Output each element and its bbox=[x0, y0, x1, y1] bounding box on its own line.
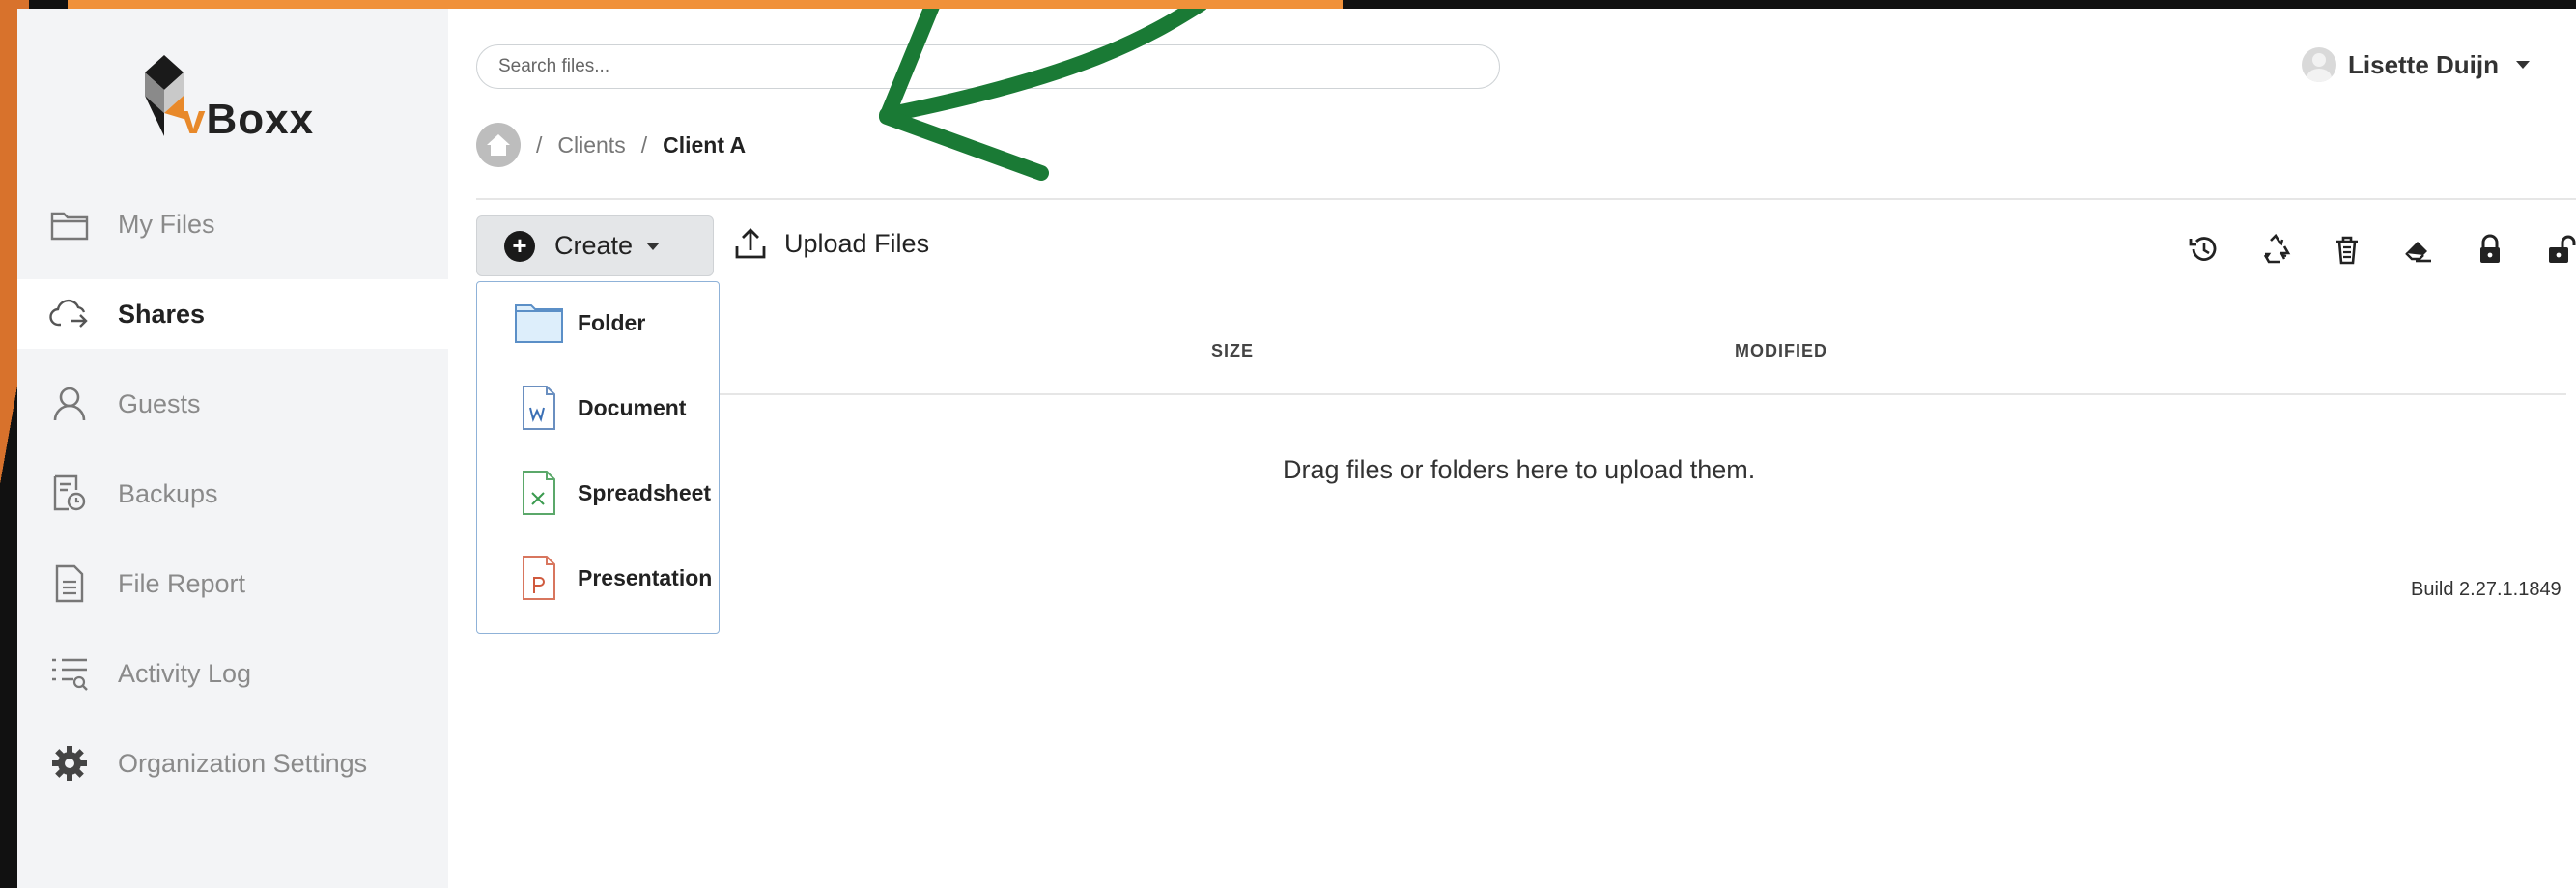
eraser-icon[interactable] bbox=[2398, 229, 2439, 270]
empty-state-message: Drag files or folders here to upload the… bbox=[1283, 455, 1756, 484]
menu-item-folder[interactable]: Folder bbox=[477, 284, 719, 361]
report-icon bbox=[48, 562, 91, 605]
gear-icon bbox=[48, 742, 91, 785]
sidebar-item-guests[interactable]: Guests bbox=[17, 369, 448, 439]
annotation-arrow bbox=[879, 9, 1207, 181]
create-button-label: Create bbox=[554, 231, 634, 260]
menu-item-spreadsheet[interactable]: Spreadsheet bbox=[477, 454, 719, 531]
logo-text: vBoxx bbox=[182, 96, 315, 143]
presentation-icon bbox=[514, 555, 564, 601]
upload-files-button[interactable]: Upload Files bbox=[734, 227, 929, 260]
breadcrumb: / Clients / Client A bbox=[476, 123, 746, 167]
home-icon[interactable] bbox=[476, 123, 521, 167]
build-version: Build 2.27.1.1849 bbox=[2411, 579, 2562, 600]
breadcrumb-separator: / bbox=[640, 131, 648, 158]
trash-icon[interactable] bbox=[2327, 229, 2367, 270]
chevron-down-icon bbox=[646, 242, 661, 250]
table-header-divider bbox=[694, 393, 2566, 395]
sidebar-item-shares[interactable]: Shares bbox=[17, 279, 448, 349]
sidebar-item-activity-log[interactable]: Activity Log bbox=[17, 639, 448, 708]
plus-circle-icon: + bbox=[504, 230, 535, 262]
backup-icon bbox=[48, 473, 91, 515]
activity-log-icon bbox=[48, 652, 91, 695]
folder-icon bbox=[48, 203, 91, 245]
file-actions-toolbar bbox=[2184, 229, 2576, 270]
chevron-down-icon bbox=[2516, 61, 2531, 69]
sidebar-item-label: Shares bbox=[118, 299, 206, 329]
spreadsheet-icon bbox=[514, 470, 564, 516]
word-document-icon bbox=[514, 385, 564, 431]
menu-item-label: Folder bbox=[578, 309, 646, 335]
column-header-size[interactable]: SIZE bbox=[1211, 341, 1254, 361]
menu-item-label: Document bbox=[578, 394, 687, 420]
avatar bbox=[2302, 47, 2336, 82]
sidebar-item-label: Activity Log bbox=[118, 658, 252, 688]
create-button[interactable]: + Create bbox=[476, 215, 714, 276]
cloud-share-icon bbox=[48, 293, 91, 335]
history-icon[interactable] bbox=[2184, 229, 2224, 270]
logo[interactable]: vBoxx bbox=[131, 51, 313, 148]
app-window: vBoxx My Files Shares Guests Backups Fil… bbox=[17, 9, 2576, 888]
breadcrumb-current: Client A bbox=[663, 131, 747, 158]
menu-item-presentation[interactable]: Presentation bbox=[477, 539, 719, 616]
sidebar-item-file-report[interactable]: File Report bbox=[17, 549, 448, 618]
upload-icon bbox=[735, 228, 766, 259]
upload-files-label: Upload Files bbox=[784, 228, 930, 258]
sidebar-item-organization-settings[interactable]: Organization Settings bbox=[17, 729, 448, 798]
sidebar-item-label: File Report bbox=[118, 568, 246, 598]
breadcrumb-separator: / bbox=[536, 131, 543, 158]
sidebar-item-label: My Files bbox=[118, 209, 215, 239]
menu-item-label: Presentation bbox=[578, 564, 713, 590]
sidebar-item-label: Guests bbox=[118, 388, 201, 418]
sidebar-item-label: Backups bbox=[118, 478, 218, 508]
folder-icon bbox=[514, 300, 564, 346]
sidebar-item-my-files[interactable]: My Files bbox=[17, 189, 448, 259]
sidebar-item-backups[interactable]: Backups bbox=[17, 459, 448, 529]
unlock-icon[interactable] bbox=[2541, 229, 2576, 270]
create-dropdown-menu: Folder Document Spreadsheet Presentation bbox=[476, 281, 720, 634]
user-icon bbox=[48, 383, 91, 425]
user-menu[interactable]: Lisette Duijn bbox=[2302, 47, 2531, 82]
lock-icon[interactable] bbox=[2470, 229, 2510, 270]
sidebar: vBoxx My Files Shares Guests Backups Fil… bbox=[17, 9, 448, 888]
header-divider bbox=[476, 198, 2576, 200]
recycle-icon[interactable] bbox=[2255, 229, 2296, 270]
menu-item-document[interactable]: Document bbox=[477, 369, 719, 446]
column-header-modified[interactable]: MODIFIED bbox=[1735, 341, 1827, 361]
user-name: Lisette Duijn bbox=[2348, 49, 2500, 79]
sidebar-item-label: Organization Settings bbox=[118, 748, 368, 778]
menu-item-label: Spreadsheet bbox=[578, 479, 712, 505]
breadcrumb-link-clients[interactable]: Clients bbox=[557, 132, 625, 158]
